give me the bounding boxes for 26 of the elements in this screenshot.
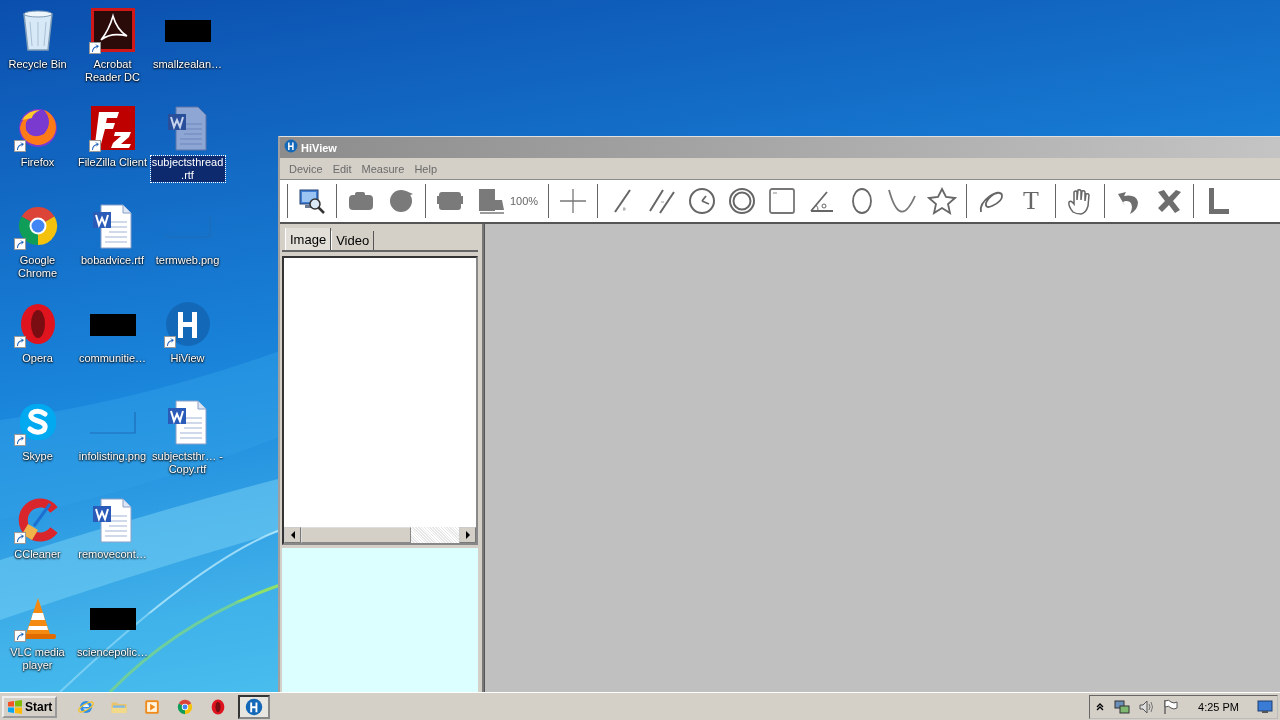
desktop-shortcut[interactable]: bobadvice.rtf	[75, 202, 150, 267]
zoom-button[interactable]: 100%	[472, 183, 542, 219]
menu-item[interactable]: Device	[284, 162, 328, 175]
desktop-shortcut[interactable]: subjectsthr… - Copy.rtf	[150, 398, 225, 476]
menu-item[interactable]: Measure	[356, 162, 410, 175]
desktop-shortcut[interactable]: Firefox	[0, 104, 75, 169]
menu-item[interactable]: Help	[409, 162, 442, 175]
desktop-shortcut[interactable]: Google Chrome	[0, 202, 75, 280]
desktop-shortcut[interactable]: subjectsthread.rtf	[150, 104, 225, 182]
desktop-shortcut[interactable]: Acrobat Reader DC	[75, 6, 150, 84]
desktop-shortcut[interactable]: smallzealan…	[150, 6, 225, 71]
desktop-shortcut[interactable]: infolisting.png	[75, 398, 150, 463]
desktop-shortcut[interactable]: Skype	[0, 398, 75, 463]
tab[interactable]: Video	[331, 231, 375, 250]
text-tool-button[interactable]: T	[1013, 183, 1049, 219]
desktop-shortcut[interactable]: Opera	[0, 300, 75, 365]
desktop-shortcut[interactable]: termweb.png	[150, 202, 225, 267]
tab[interactable]: Image	[285, 228, 332, 250]
desktop-shortcut[interactable]: Recycle Bin	[0, 6, 75, 71]
clock-time[interactable]: 4:25 PM	[1198, 700, 1239, 713]
desktop-shortcut[interactable]: FileZilla Client	[75, 104, 150, 169]
desktop-shortcut[interactable]: communitie…	[75, 300, 150, 365]
menu-item[interactable]: Edit	[327, 162, 357, 175]
window-title: HiView	[301, 141, 337, 154]
start-button[interactable]: Start	[2, 695, 58, 718]
desktop-shortcut[interactable]: HiView	[150, 300, 225, 365]
